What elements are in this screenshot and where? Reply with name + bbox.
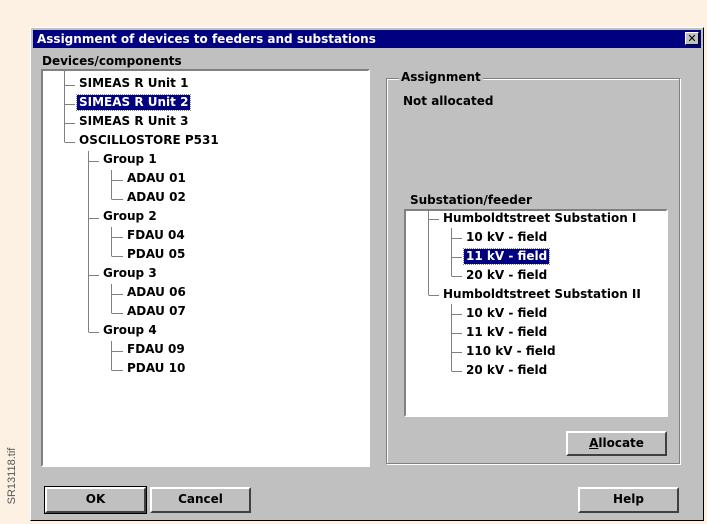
devices-item[interactable]: FDAU 09 bbox=[125, 342, 187, 357]
allocate-label: llocate bbox=[598, 436, 644, 450]
devices-item[interactable]: Group 2 bbox=[101, 209, 159, 224]
devices-item[interactable]: ADAU 07 bbox=[125, 304, 188, 319]
substation-item[interactable]: 11 kV - field bbox=[464, 325, 549, 340]
substation-tree[interactable]: Humboldtstreet Substation I 10 kV - field… bbox=[404, 209, 668, 417]
devices-item[interactable]: ADAU 06 bbox=[125, 285, 188, 300]
cancel-button[interactable]: Cancel bbox=[150, 487, 251, 513]
substation-item[interactable]: 20 kV - field bbox=[464, 363, 549, 378]
devices-item[interactable]: PDAU 05 bbox=[125, 247, 187, 262]
substation-label: Substation/feeder bbox=[410, 193, 532, 207]
devices-item[interactable]: ADAU 01 bbox=[125, 171, 188, 186]
assignment-dialog: Assignment of devices to feeders and sub… bbox=[30, 27, 704, 521]
help-button[interactable]: Help bbox=[578, 487, 679, 513]
title-bar: Assignment of devices to feeders and sub… bbox=[33, 30, 701, 48]
substation-item[interactable]: 11 kV - field bbox=[462, 248, 551, 265]
substation-item[interactable]: Humboldtstreet Substation II bbox=[441, 287, 643, 302]
devices-label: Devices/components bbox=[42, 54, 182, 68]
devices-item[interactable]: Group 4 bbox=[101, 323, 159, 338]
allocate-mnemonic: A bbox=[589, 436, 599, 450]
file-name-label: SR13118.tif bbox=[6, 447, 18, 505]
devices-item[interactable]: OSCILLOSTORE P531 bbox=[77, 133, 221, 148]
devices-tree-lines bbox=[64, 71, 123, 371]
devices-item[interactable]: SIMEAS R Unit 2 bbox=[75, 94, 192, 111]
substation-item[interactable]: Humboldtstreet Substation I bbox=[441, 211, 638, 226]
ok-label: OK bbox=[85, 492, 106, 506]
substation-item[interactable]: 10 kV - field bbox=[464, 306, 549, 321]
devices-item[interactable]: Group 1 bbox=[101, 152, 159, 167]
cancel-label: Cancel bbox=[178, 492, 223, 506]
devices-tree[interactable]: SIMEAS R Unit 1 SIMEAS R Unit 2 SIMEAS R U… bbox=[41, 69, 370, 467]
assignment-label: Assignment bbox=[399, 70, 483, 84]
devices-item[interactable]: Group 3 bbox=[101, 266, 159, 281]
ok-button[interactable]: OK bbox=[44, 486, 147, 514]
close-button[interactable]: ✕ bbox=[685, 32, 699, 45]
devices-item[interactable]: PDAU 10 bbox=[125, 361, 187, 376]
substation-item[interactable]: 20 kV - field bbox=[464, 268, 549, 283]
help-label: Help bbox=[613, 492, 644, 506]
allocate-button[interactable]: Allocate bbox=[566, 431, 667, 456]
substation-item[interactable]: 110 kV - field bbox=[464, 344, 558, 359]
substation-item[interactable]: 10 kV - field bbox=[464, 230, 549, 245]
dialog-title: Assignment of devices to feeders and sub… bbox=[37, 32, 376, 46]
devices-item[interactable]: ADAU 02 bbox=[125, 190, 188, 205]
devices-item[interactable]: SIMEAS R Unit 3 bbox=[77, 114, 190, 129]
devices-item[interactable]: FDAU 04 bbox=[125, 228, 187, 243]
assignment-status: Not allocated bbox=[403, 94, 494, 108]
close-icon: ✕ bbox=[687, 32, 697, 45]
devices-item[interactable]: SIMEAS R Unit 1 bbox=[77, 76, 190, 91]
